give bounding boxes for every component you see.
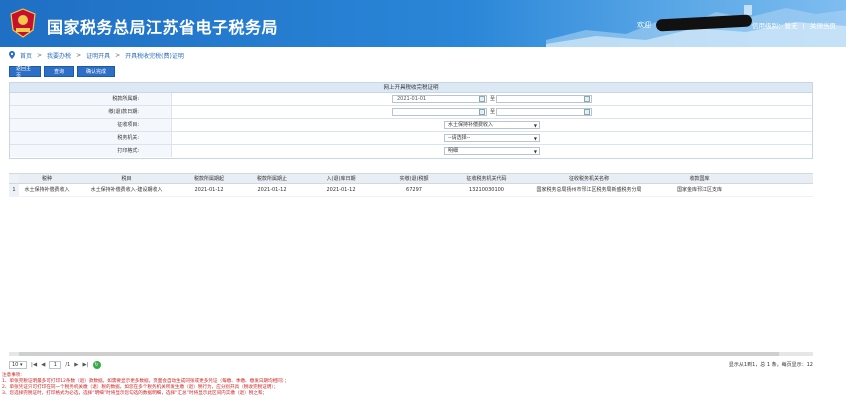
breadcrumb-separator: > [37, 51, 43, 59]
tax-period-end-input[interactable] [496, 95, 592, 103]
calendar-icon[interactable] [479, 96, 485, 102]
tax-period-label: 税款所属期: [10, 93, 172, 105]
confirm-button[interactable]: 确认完成 [77, 66, 115, 77]
next-page-icon[interactable]: ▶ [74, 362, 78, 368]
breadcrumb-home[interactable]: 首页 [20, 51, 32, 60]
close-page-link[interactable]: 关闭当页 [810, 22, 836, 30]
calendar-icon[interactable] [584, 96, 590, 102]
authority-select-value: --请选择-- [448, 135, 471, 141]
header-cell[interactable]: 征收税务机关代码 [450, 174, 523, 183]
authority-select[interactable]: --请选择-- ▼ [444, 134, 540, 142]
first-page-icon[interactable]: |◀ [31, 362, 37, 368]
page-number-input[interactable]: 1 [49, 360, 62, 369]
tax-emblem-icon [10, 8, 36, 38]
query-button[interactable]: 查询 [44, 66, 74, 77]
table-cell: 2021-01-12 [194, 187, 224, 193]
notes-section: 注意事项: 1、单张完税证明最多可打印12条数（退）款数据。如需要显示更多数据，… [2, 373, 762, 397]
breadcrumb-separator: > [76, 51, 82, 59]
table-cell: 2021-01-12 [326, 187, 356, 193]
header-cell[interactable]: 实缴(退)税额 [378, 174, 450, 183]
back-home-button[interactable]: 返回主页 [9, 66, 41, 79]
link-separator: | [802, 22, 805, 30]
row-number: 1 [9, 184, 19, 196]
chevron-down-icon: ▼ [533, 149, 537, 154]
toolbar: 返回主页 查询 确认完成 [9, 66, 115, 79]
header-cell[interactable]: 税款所属期止 [240, 174, 304, 183]
header-cell[interactable]: 收款国库 [655, 174, 744, 183]
pagination-info: 显示从1到1，总 1 条，每页显示：12 [728, 362, 813, 368]
prev-page-icon[interactable]: ◀ [41, 362, 45, 368]
authority-label: 税务机关: [10, 132, 172, 144]
item-row: 征收项目: 水土保持补偿费收入 ▼ [10, 119, 812, 132]
table-cell: 水土保持补偿费收入 [24, 187, 70, 193]
item-label: 征收项目: [10, 119, 172, 131]
result-table: 税种 税目 税款所属期起 税款所属期止 入(退)库日期 实缴(退)税额 征收税务… [9, 173, 813, 197]
page-total: /1 [65, 361, 71, 368]
breadcrumb-separator: > [115, 51, 121, 59]
horizontal-scrollbar[interactable] [9, 352, 813, 356]
breadcrumb-certificate[interactable]: 证明开具 [86, 51, 110, 60]
table-cell: 国家税务总局扬州市邗江区税务局新盛税务分局 [536, 187, 642, 193]
print-format-select[interactable]: 明细 ▼ [444, 147, 540, 155]
tax-period-start-input[interactable]: 2021-01-01 [392, 95, 487, 103]
item-select[interactable]: 水土保持补偿费收入 ▼ [444, 121, 540, 129]
chevron-down-icon: ▼ [533, 136, 537, 141]
breadcrumb-tax[interactable]: 我要办税 [47, 51, 71, 60]
table-cell: 67297 [406, 187, 422, 193]
calendar-icon[interactable] [584, 109, 590, 115]
payment-date-row: 缴(退)款日期: 至 [10, 106, 812, 119]
print-format-label: 打印格式: [10, 145, 172, 157]
site-title: 国家税务总局江苏省电子税务局 [47, 18, 279, 37]
page-size-value: 10 [12, 361, 19, 368]
pagination-bar: 10 ▾ |◀ ◀ 1 /1 ▶ ▶| ↻ 显示从1到1，总 1 条，每页显示：… [9, 359, 813, 370]
header-cell[interactable]: 征收税务机关名称 [523, 174, 655, 183]
item-select-value: 水土保持补偿费收入 [448, 122, 494, 128]
table-cell: 国家金库邗江区支库 [676, 187, 722, 193]
authority-row: 税务机关: --请选择-- ▼ [10, 132, 812, 145]
payment-date-label: 缴(退)款日期: [10, 106, 172, 118]
to-label: 至 [490, 109, 496, 115]
header-cell[interactable]: 税目 [75, 174, 178, 183]
header-cell [9, 174, 19, 183]
breadcrumb: 首页 > 我要办税 > 证明开具 > 开具税收完税(费)证明 [9, 50, 184, 60]
user-links: 信用级别：暂无 | 关闭当页 [752, 20, 839, 30]
welcome-text: 欢迎 [637, 21, 651, 29]
table-cell: 水土保持补偿费收入-建设期收入 [90, 187, 163, 193]
tax-period-row: 税款所属期: 2021-01-01 至 [10, 93, 812, 106]
table-row[interactable]: 1 水土保持补偿费收入 水土保持补偿费收入-建设期收入 2021-01-12 2… [9, 184, 813, 197]
location-pin-icon [9, 51, 15, 59]
form-title: 网上开具税收完税证明 [10, 83, 812, 93]
table-header: 税种 税目 税款所属期起 税款所属期止 入(退)库日期 实缴(退)税额 征收税务… [9, 173, 813, 184]
print-format-row: 打印格式: 明细 ▼ [10, 145, 812, 158]
payment-date-start-input[interactable] [392, 108, 487, 116]
calendar-icon[interactable] [479, 109, 485, 115]
query-form: 网上开具税收完税证明 税款所属期: 2021-01-01 至 缴(退)款日期: … [9, 82, 813, 159]
breadcrumb-current: 开具税收完税(费)证明 [125, 52, 184, 60]
to-label: 至 [490, 96, 496, 102]
note-item: 3、您选择完税证时，打印格式为必选，选择“明细”时将显示您勾选的数据明细，选择“… [2, 391, 268, 396]
table-cell: 2021-01-12 [257, 187, 287, 193]
scrollbar-thumb[interactable] [19, 352, 779, 356]
print-format-value: 明细 [448, 148, 459, 154]
header-cell[interactable]: 入(退)库日期 [304, 174, 378, 183]
page-size-select[interactable]: 10 ▾ [9, 360, 27, 369]
table-cell: 13210030100 [469, 187, 504, 193]
refresh-icon[interactable]: ↻ [92, 360, 101, 369]
payment-date-end-input[interactable] [496, 108, 592, 116]
site-header: 国家税务总局江苏省电子税务局 欢迎 信用级别：暂无 | 关闭当页 [0, 0, 846, 47]
header-cell[interactable]: 税款所属期起 [178, 174, 240, 183]
header-cell[interactable]: 税种 [19, 174, 75, 183]
last-page-icon[interactable]: ▶| [82, 362, 88, 368]
credit-level-link[interactable]: 信用级别：暂无 [752, 22, 798, 30]
chevron-down-icon: ▼ [533, 123, 537, 128]
